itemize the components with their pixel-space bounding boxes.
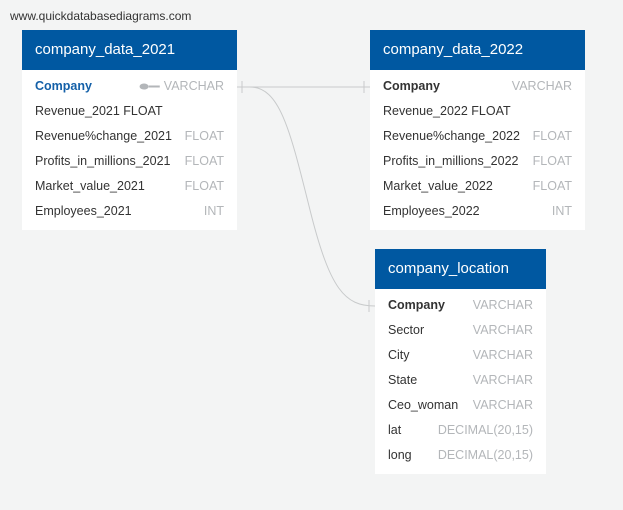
column-type: INT xyxy=(552,199,572,224)
column-row[interactable]: Company ⬬━ VARCHAR xyxy=(22,74,237,99)
column-row[interactable]: Profits_in_millions_2022 FLOAT xyxy=(370,149,585,174)
column-row[interactable]: Employees_2021 INT xyxy=(22,199,237,224)
table-columns: Company VARCHAR Revenue_2022 FLOAT Revenue%… xyxy=(370,70,585,230)
column-type-label: VARCHAR xyxy=(163,79,224,93)
column-row[interactable]: Revenue%change_2022 FLOAT xyxy=(370,124,585,149)
column-row[interactable]: Employees_2022 INT xyxy=(370,199,585,224)
table-title: company_data_2021 xyxy=(22,30,237,70)
column-row[interactable]: Revenue%change_2021 FLOAT xyxy=(22,124,237,149)
column-row[interactable]: long DECIMAL(20,15) xyxy=(375,443,546,468)
table-columns: Company ⬬━ VARCHAR Revenue_2021 FLOAT Revenu… xyxy=(22,70,237,230)
relation-2021-location[interactable] xyxy=(237,86,376,307)
column-name: Market_value_2021 xyxy=(35,179,145,193)
column-type-label: FLOAT xyxy=(532,154,572,168)
column-type-label: FLOAT xyxy=(184,129,224,143)
column-name: Profits_in_millions_2021 xyxy=(35,154,171,168)
table-company-data-2022[interactable]: company_data_2022 Company VARCHAR Revenue_… xyxy=(370,30,585,230)
column-type: FLOAT xyxy=(185,124,224,149)
column-type-label: DECIMAL(20,15) xyxy=(437,448,533,462)
column-type: FLOAT xyxy=(185,174,224,199)
column-type: VARCHAR xyxy=(473,318,533,343)
column-type-label: FLOAT xyxy=(184,154,224,168)
column-name: long xyxy=(388,448,412,462)
column-type: FLOAT xyxy=(533,174,572,199)
column-row[interactable]: Sector VARCHAR xyxy=(375,318,546,343)
column-name: Market_value_2022 xyxy=(383,179,493,193)
table-company-location[interactable]: company_location Company VARCHAR Sector VAR… xyxy=(375,249,546,474)
column-type: VARCHAR xyxy=(473,293,533,318)
column-type: VARCHAR xyxy=(473,393,533,418)
column-type: FLOAT xyxy=(185,149,224,174)
column-name: Revenue_2021 FLOAT xyxy=(35,104,163,118)
column-name: Employees_2021 xyxy=(35,204,132,218)
column-type-label: FLOAT xyxy=(184,179,224,193)
column-name: Profits_in_millions_2022 xyxy=(383,154,519,168)
column-type-label: DECIMAL(20,15) xyxy=(437,423,533,437)
column-name: City xyxy=(388,348,410,362)
column-row[interactable]: Ceo_woman VARCHAR xyxy=(375,393,546,418)
table-columns: Company VARCHAR Sector VARCHAR City VARCHAR St… xyxy=(375,289,546,474)
column-type-label: VARCHAR xyxy=(472,398,533,412)
column-type: FLOAT xyxy=(533,124,572,149)
column-type: DECIMAL(20,15) xyxy=(438,443,533,468)
column-type: ⬬━ VARCHAR xyxy=(139,74,224,99)
column-type-label: VARCHAR xyxy=(472,298,533,312)
column-row[interactable]: Revenue_2021 FLOAT xyxy=(22,99,237,124)
column-type-label: VARCHAR xyxy=(472,323,533,337)
column-name: State xyxy=(388,373,418,387)
table-title: company_location xyxy=(375,249,546,289)
column-type-label: FLOAT xyxy=(532,179,572,193)
column-name: lat xyxy=(388,423,402,437)
column-name: Company xyxy=(388,298,445,312)
column-type: INT xyxy=(204,199,224,224)
column-name: Revenue%change_2021 xyxy=(35,129,172,143)
column-type-label: FLOAT xyxy=(532,129,572,143)
column-type-label: VARCHAR xyxy=(472,348,533,362)
column-row[interactable]: City VARCHAR xyxy=(375,343,546,368)
column-type: VARCHAR xyxy=(473,343,533,368)
column-type: VARCHAR xyxy=(473,368,533,393)
column-type: FLOAT xyxy=(533,149,572,174)
column-row[interactable]: State VARCHAR xyxy=(375,368,546,393)
column-name: Company xyxy=(383,79,440,93)
key-icon: ⬬━ xyxy=(139,81,160,93)
column-name: Revenue%change_2022 xyxy=(383,129,520,143)
column-row[interactable]: Company VARCHAR xyxy=(375,293,546,318)
column-type: VARCHAR xyxy=(512,74,572,99)
table-title: company_data_2022 xyxy=(370,30,585,70)
column-row[interactable]: Market_value_2021 FLOAT xyxy=(22,174,237,199)
column-row[interactable]: Profits_in_millions_2021 FLOAT xyxy=(22,149,237,174)
column-name: Employees_2022 xyxy=(383,204,480,218)
column-type: DECIMAL(20,15) xyxy=(438,418,533,443)
column-row[interactable]: Market_value_2022 FLOAT xyxy=(370,174,585,199)
column-type-label: VARCHAR xyxy=(511,79,572,93)
column-name: Revenue_2022 FLOAT xyxy=(383,104,511,118)
column-name: Ceo_woman xyxy=(388,398,459,412)
column-type-label: INT xyxy=(203,204,224,218)
column-row[interactable]: Company VARCHAR xyxy=(370,74,585,99)
column-type-label: VARCHAR xyxy=(472,373,533,387)
column-row[interactable]: Revenue_2022 FLOAT xyxy=(370,99,585,124)
column-row[interactable]: lat DECIMAL(20,15) xyxy=(375,418,546,443)
table-company-data-2021[interactable]: company_data_2021 Company ⬬━ VARCHAR Revenu… xyxy=(22,30,237,230)
column-name: Sector xyxy=(388,323,425,337)
column-name: Company xyxy=(35,79,92,93)
column-type-label: INT xyxy=(551,204,572,218)
